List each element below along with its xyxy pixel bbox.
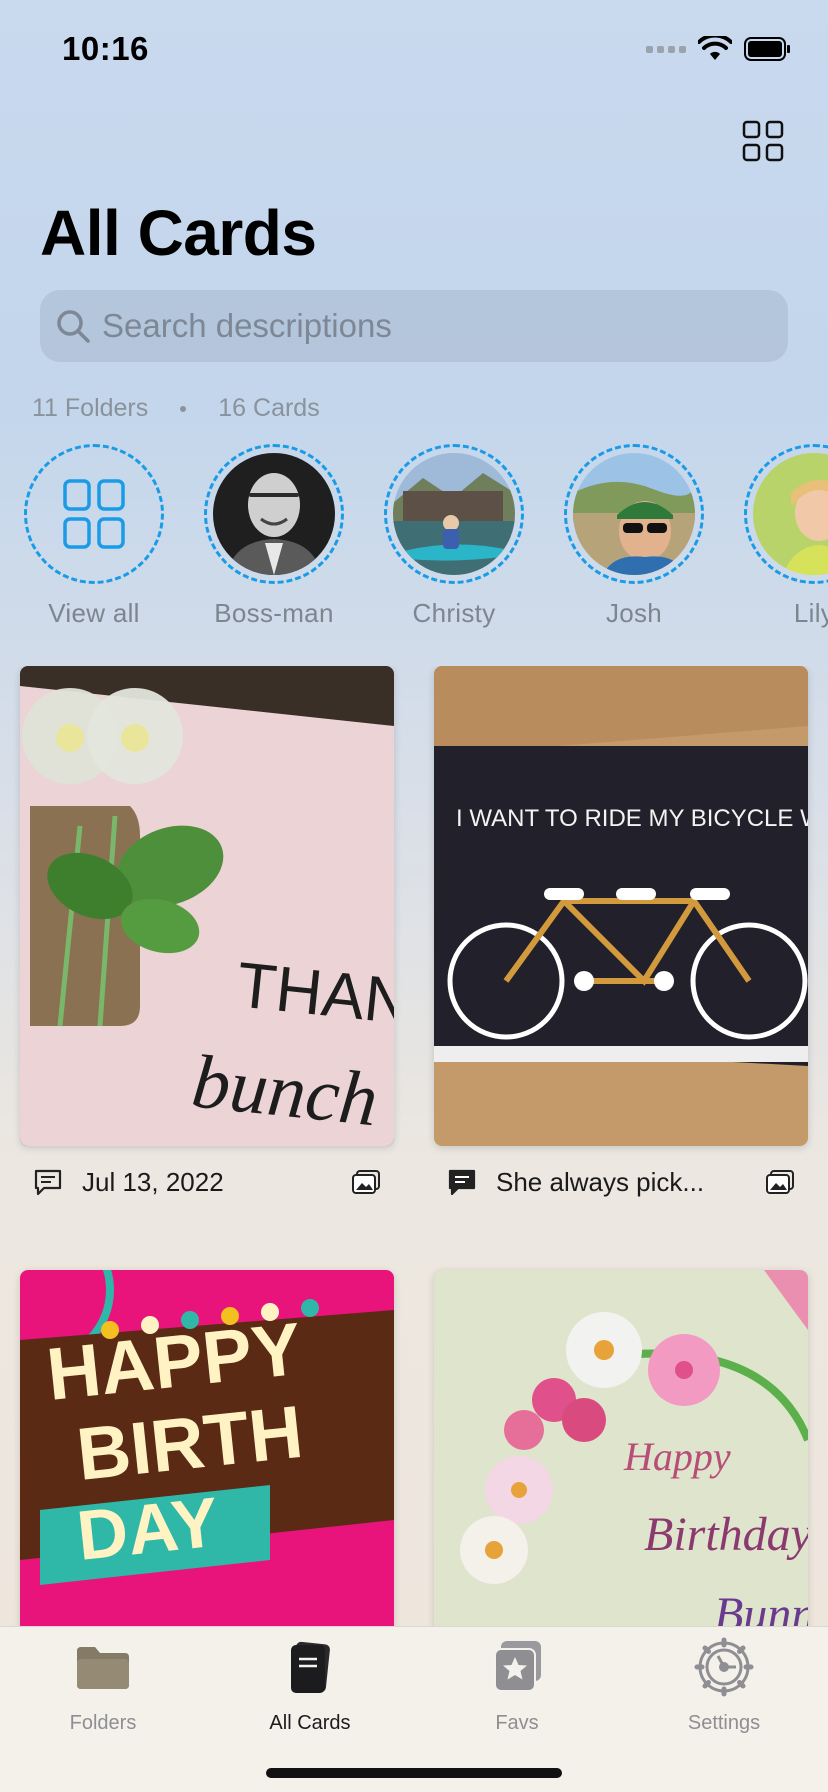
card-caption: Jul 13, 2022 (82, 1166, 224, 1197)
person-view-all[interactable]: View all (9, 444, 179, 629)
card-image-text: I WANT TO RIDE MY BICYCLE WITH YO (456, 805, 808, 832)
search-input[interactable] (102, 307, 722, 345)
status-icons (646, 36, 792, 62)
status-time: 10:16 (62, 30, 149, 67)
card-caption: She always pick... (496, 1166, 705, 1197)
card-tile[interactable]: HAPPY BIRTH DAY TO (20, 1270, 394, 1626)
photos-icon[interactable] (350, 1166, 382, 1198)
cellular-signal-icon (646, 45, 686, 53)
tab-label: All Cards (269, 1712, 351, 1734)
card-image-text: DAY (73, 1483, 222, 1575)
card-image[interactable]: HAPPY BIRTH DAY TO (20, 1270, 394, 1626)
people-row: View all Boss-man Christy Josh Lily (0, 444, 828, 634)
view-all-grid-icon (63, 479, 125, 549)
search-icon (57, 310, 90, 343)
card-image[interactable]: I WANT TO RIDE MY BICYCLE WITH YO (434, 666, 808, 1146)
avatar-ring (24, 444, 164, 584)
card-tile[interactable]: THANK bunch Jul 13, 2022 (20, 666, 394, 1212)
avatar-photo (753, 453, 828, 575)
tab-settings[interactable]: Settings (639, 1637, 809, 1735)
collection-counts: 11 Folders 16 Cards (32, 394, 320, 423)
person-label: Josh (605, 598, 663, 628)
card-tile[interactable]: I WANT TO RIDE MY BICYCLE WITH YO She al… (434, 666, 808, 1212)
person-label: Christy (412, 598, 496, 628)
avatar-photo (213, 453, 335, 575)
search-bar[interactable] (40, 290, 788, 362)
person-christy[interactable]: Christy (369, 444, 539, 629)
avatar-ring (744, 444, 828, 584)
tab-label: Favs (495, 1712, 539, 1734)
person-label: Boss-man (214, 598, 334, 628)
card-tile[interactable]: Happy Birthday Bunn (434, 1270, 808, 1626)
folder-count: 11 Folders (32, 394, 149, 422)
avatar-ring (204, 444, 344, 584)
tab-label: Settings (687, 1712, 761, 1734)
person-label: Lily (793, 598, 828, 628)
avatar-ring (564, 444, 704, 584)
card-count: 16 Cards (218, 394, 320, 422)
person-boss-man[interactable]: Boss-man (189, 444, 359, 629)
comment-filled-icon (448, 1169, 476, 1196)
battery-icon (744, 37, 790, 61)
gear-icon (694, 1637, 754, 1697)
avatar-photo (393, 453, 515, 575)
cards-grid: THANK bunch Jul 13, 2022 I WANT TO RIDE … (0, 666, 828, 1626)
card-image[interactable]: Happy Birthday Bunn (434, 1270, 808, 1626)
card-image-text: Bunn (714, 1588, 808, 1626)
grid-layout-icon[interactable] (742, 120, 784, 162)
cards-icon (291, 1641, 330, 1693)
person-josh[interactable]: Josh (549, 444, 719, 629)
photos-icon[interactable] (764, 1166, 796, 1198)
tab-favs[interactable]: Favs (432, 1637, 602, 1735)
person-label: View all (48, 598, 140, 628)
avatar-photo (573, 453, 695, 575)
card-image-text: Happy (623, 1434, 731, 1479)
tab-folders[interactable]: Folders (18, 1637, 188, 1735)
tab-label: Folders (69, 1712, 137, 1734)
folder-icon (77, 1647, 129, 1689)
avatar-ring (384, 444, 524, 584)
card-meta: She always pick... (434, 1152, 808, 1212)
status-bar: 10:16 (0, 0, 828, 100)
card-meta: Jul 13, 2022 (20, 1152, 394, 1212)
wifi-icon (698, 36, 732, 60)
home-indicator[interactable] (266, 1768, 562, 1778)
page-title: All Cards (40, 197, 317, 269)
tab-all-cards[interactable]: All Cards (225, 1637, 395, 1735)
card-image[interactable]: THANK bunch (20, 666, 394, 1146)
person-lily[interactable]: Lily (729, 444, 828, 629)
card-image-text: Birthday (644, 1508, 808, 1561)
comment-outline-icon (34, 1169, 62, 1196)
star-photos-icon (494, 1641, 541, 1692)
separator-dot (180, 405, 187, 412)
